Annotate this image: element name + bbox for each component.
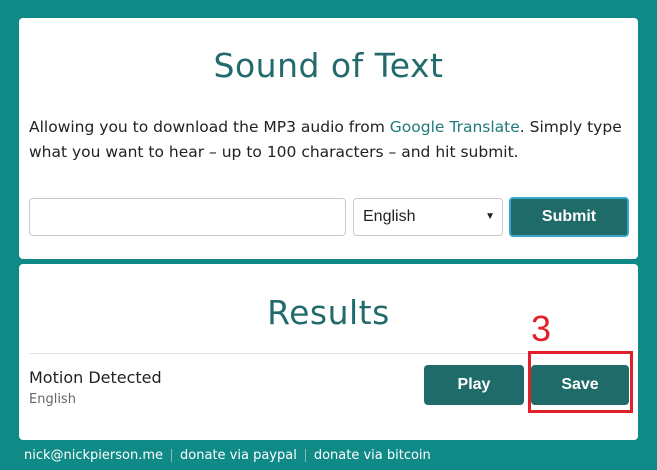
annotation-highlight-box: [528, 351, 633, 413]
dropdown-caret-icon: ▼: [485, 211, 495, 222]
submit-button[interactable]: Submit: [509, 197, 629, 237]
text-input[interactable]: [29, 198, 346, 236]
result-name: Motion Detected: [29, 368, 162, 387]
footer-link-bitcoin[interactable]: donate via bitcoin: [314, 448, 431, 463]
footer-link-email[interactable]: nick@nickpierson.me: [24, 448, 163, 463]
annotation-number: 3: [531, 308, 552, 349]
language-select[interactable]: English ▼: [353, 198, 503, 236]
footer: nick@nickpierson.me donate via paypal do…: [24, 448, 431, 463]
page-title: Sound of Text: [213, 46, 444, 85]
description-text: Allowing you to download the MP3 audio f…: [29, 118, 390, 136]
input-card: Sound of Text Allowing you to download t…: [19, 18, 638, 259]
google-translate-link[interactable]: Google Translate: [390, 118, 520, 136]
play-button[interactable]: Play: [424, 365, 524, 405]
footer-link-paypal[interactable]: donate via paypal: [180, 448, 297, 463]
description: Allowing you to download the MP3 audio f…: [29, 115, 634, 165]
result-language: English: [29, 392, 76, 407]
footer-separator: [171, 449, 173, 462]
language-select-value: English: [363, 208, 416, 225]
footer-separator: [304, 449, 306, 462]
